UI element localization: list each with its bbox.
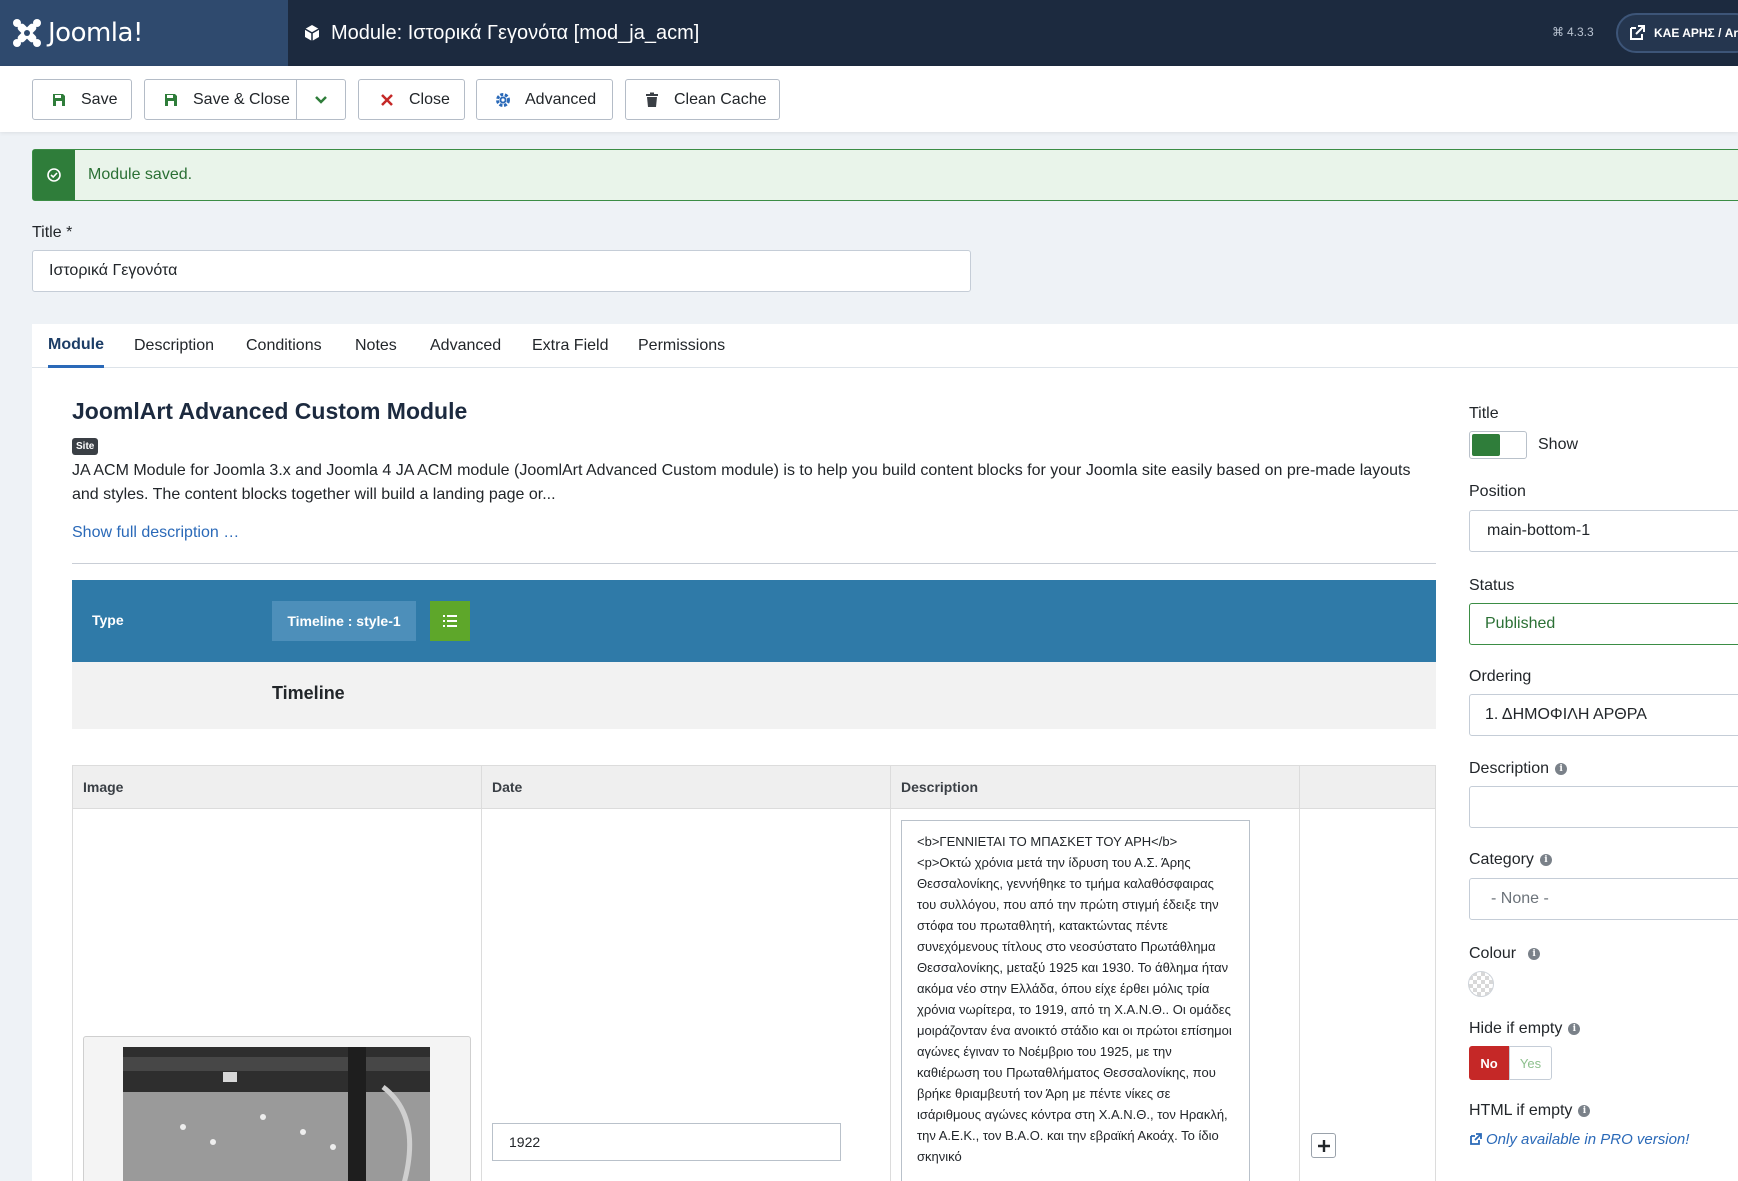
site-badge: Site [72,438,99,455]
date-input[interactable] [492,1123,841,1161]
tab-permissions[interactable]: Permissions [638,324,725,368]
close-label: Close [409,90,450,108]
position-field[interactable]: main-bottom-1 [1469,510,1738,552]
info-icon[interactable]: i [1555,763,1568,775]
switch-knob [1472,434,1500,456]
cube-icon [304,25,320,41]
divider [72,563,1436,564]
close-button[interactable]: Close [358,79,465,120]
description-field[interactable] [1469,786,1738,828]
pro-link-text: Only available in PRO version! [1486,1131,1690,1148]
hide-if-empty-label-row: Hide if empty i [1469,1020,1581,1038]
colour-label: Colour [1469,945,1517,962]
status-label: Status [1469,577,1515,594]
tab-advanced[interactable]: Advanced [430,324,501,368]
joomla-small-icon: ⌘ [1552,25,1564,39]
site-name: ΚΑΕ ΑΡΗΣ / Ari [1654,26,1738,40]
advanced-button[interactable]: Advanced [476,79,613,120]
alert-message: Module saved. [88,166,193,183]
column-divider [481,809,482,1181]
info-icon[interactable]: i [1568,1023,1581,1035]
plus-icon [1317,1139,1330,1152]
description-label-row: Description i [1469,760,1568,778]
site-link-button[interactable]: ΚΑΕ ΑΡΗΣ / Ari [1616,13,1738,53]
save-close-button[interactable]: Save & Close [144,79,297,120]
ordering-select[interactable]: 1. ΔΗΜΟΦΙΛΗ ΑΡΘΡΑ [1469,694,1738,736]
title-input[interactable] [32,250,971,292]
clean-cache-button[interactable]: Clean Cache [625,79,780,120]
colour-picker[interactable] [1468,971,1494,997]
show-full-description-link[interactable]: Show full description … [72,524,239,542]
module-heading: JoomlArt Advanced Custom Module [72,398,468,424]
title-label: Title * [32,224,73,241]
list-icon [443,615,457,627]
save-close-label: Save & Close [193,90,290,108]
category-select[interactable]: - None - [1469,878,1738,920]
type-select[interactable]: Timeline : style-1 [272,601,416,641]
success-alert: Module saved. [32,149,1738,201]
pro-version-link[interactable]: Only available in PRO version! [1469,1131,1689,1148]
ordering-label: Ordering [1469,668,1532,685]
colour-label-row: Colour i [1469,945,1541,963]
tab-module[interactable]: Module [48,324,104,368]
description-textarea[interactable]: <b>ΓΕΝΝΙΕΤΑΙ ΤΟ ΜΠΑΣΚΕΤ ΤΟΥ ΑΡΗ</b> <p>Ο… [901,820,1250,1181]
timeline-title: Timeline [272,683,345,703]
check-circle-icon [33,150,75,200]
module-description: JA ACM Module for Joomla 3.x and Joomla … [72,462,1411,503]
version-text: 4.3.3 [1567,25,1594,39]
tab-extra-field[interactable]: Extra Field [532,324,608,368]
title-toggle-label: Title [1469,405,1499,422]
version-badge: ⌘ 4.3.3 [1552,25,1594,39]
close-icon [379,92,395,108]
trash-icon [644,92,660,108]
html-if-empty-label: HTML if empty [1469,1102,1573,1119]
html-if-empty-label-row: HTML if empty i [1469,1102,1591,1120]
description-label: Description [1469,760,1550,777]
chevron-down-icon [315,95,327,104]
tab-description[interactable]: Description [134,324,214,368]
logo-text: Joomla! [48,18,143,48]
position-label: Position [1469,483,1526,500]
switch-state-label: Show [1538,436,1579,453]
save-button[interactable]: Save [32,79,132,120]
column-header-date: Date [482,766,891,808]
hide-if-empty-yes-button[interactable]: Yes [1509,1046,1552,1080]
column-header-description: Description [891,766,1300,808]
column-header-image: Image [73,766,482,808]
advanced-label: Advanced [525,90,597,108]
external-link-icon [1470,1133,1482,1145]
info-icon[interactable]: i [1578,1105,1591,1117]
hide-if-empty-label: Hide if empty [1469,1020,1563,1037]
column-divider [890,809,891,1181]
page-title: Module: Ιστορικά Γεγονότα [mod_ja_acm] [303,0,699,66]
save-icon [51,92,67,108]
table-header: Image Date Description [72,765,1436,809]
tab-bar: Module Description Conditions Notes Adva… [32,324,1738,368]
tab-notes[interactable]: Notes [355,324,397,368]
save-icon [163,92,179,108]
category-label-row: Category i [1469,851,1552,869]
clean-cache-label: Clean Cache [674,90,767,108]
hide-if-empty-no-button[interactable]: No [1469,1046,1509,1080]
add-row-button[interactable] [1311,1133,1336,1158]
basketball-photo [123,1047,430,1181]
category-label: Category [1469,851,1534,868]
joomla-logo-icon [13,19,41,47]
page-title-text: Module: Ιστορικά Γεγονότα [mod_ja_acm] [331,21,700,44]
status-select[interactable]: Published [1469,603,1738,645]
toolbar: Save Save & Close Close Advanced Clean C… [0,66,1738,132]
tab-conditions[interactable]: Conditions [246,324,322,368]
info-icon[interactable]: i [1539,854,1552,866]
layout-list-button[interactable] [430,601,470,641]
save-label: Save [81,90,118,108]
info-icon[interactable]: i [1528,948,1541,960]
save-options-dropdown[interactable] [296,79,346,120]
app-header: Joomla! Module: Ιστορικά Γεγονότα [mod_j… [0,0,1738,66]
external-link-icon [1630,25,1645,40]
joomla-logo[interactable]: Joomla! [0,0,288,66]
gear-icon [495,92,511,108]
type-label: Type [92,612,124,628]
title-show-switch[interactable] [1469,431,1527,459]
column-divider [1299,809,1300,1181]
